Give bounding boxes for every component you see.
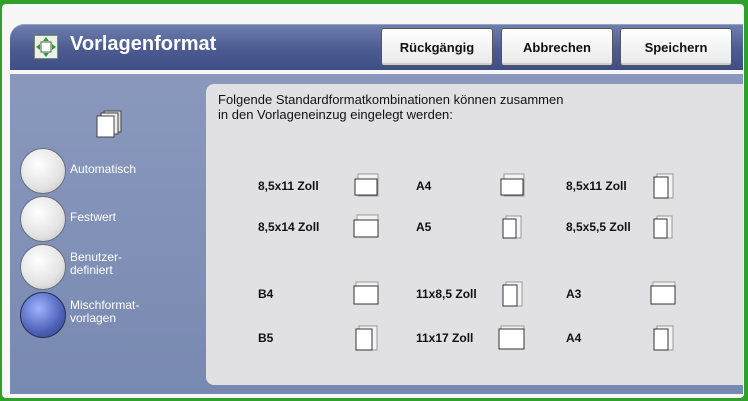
paper-sef-icon	[498, 213, 526, 241]
option-custom[interactable]: Benutzer- definiert	[20, 244, 210, 292]
radio-button-selected[interactable]	[20, 292, 66, 338]
radio-button[interactable]	[20, 196, 66, 242]
size-label: A4	[416, 179, 432, 193]
size-label: A3	[566, 287, 582, 301]
size-label: B5	[258, 331, 274, 345]
main-area: Automatisch Festwert Benutzer- definiert…	[10, 74, 743, 394]
paper-lef-icon	[498, 324, 526, 352]
option-label: Festwert	[70, 210, 117, 224]
paper-lef-icon	[352, 213, 380, 241]
paper-sef-icon	[498, 280, 526, 308]
paper-lef-icon	[498, 172, 526, 200]
radio-button[interactable]	[20, 244, 66, 290]
info-panel: Folgende Standardformatkombinationen kön…	[206, 84, 743, 385]
paper-sef-icon	[649, 324, 677, 352]
option-mixed-size[interactable]: Mischformat- vorlagen	[20, 292, 210, 340]
page-title: Vorlagenformat	[70, 33, 217, 55]
size-label: 8,5x14 Zoll	[258, 220, 320, 234]
save-button[interactable]: Speichern	[620, 28, 732, 66]
option-fixed[interactable]: Festwert	[20, 196, 210, 244]
title-bar: Vorlagenformat Rückgängig Abbrechen Spei…	[10, 24, 743, 70]
paper-lef-icon	[352, 172, 380, 200]
size-label: A4	[566, 331, 582, 345]
size-label: A5	[416, 220, 432, 234]
radio-button[interactable]	[20, 148, 66, 194]
paper-lef-icon	[649, 280, 677, 308]
option-automatic[interactable]: Automatisch	[20, 148, 210, 196]
paper-lef-icon	[352, 280, 380, 308]
option-label: Mischformat- vorlagen	[70, 298, 140, 325]
resize-icon	[34, 35, 58, 59]
paper-sef-icon	[352, 324, 380, 352]
size-label: 11x8,5 Zoll	[416, 287, 477, 301]
option-label: Benutzer- definiert	[70, 250, 123, 277]
paper-sef-icon	[649, 172, 677, 200]
size-label: 8,5x11 Zoll	[566, 179, 627, 193]
intro-text: Folgende Standardformatkombinationen kön…	[218, 92, 564, 122]
document-stack-icon	[96, 110, 122, 138]
paper-sef-icon	[649, 213, 677, 241]
option-label: Automatisch	[70, 162, 137, 176]
cancel-button[interactable]: Abbrechen	[501, 28, 613, 66]
size-label: 8,5x5,5 Zoll	[566, 220, 631, 234]
size-label: B4	[258, 287, 274, 301]
size-label: 8,5x11 Zoll	[258, 179, 319, 193]
undo-button[interactable]: Rückgängig	[381, 28, 493, 66]
size-label: 11x17 Zoll	[416, 331, 474, 345]
